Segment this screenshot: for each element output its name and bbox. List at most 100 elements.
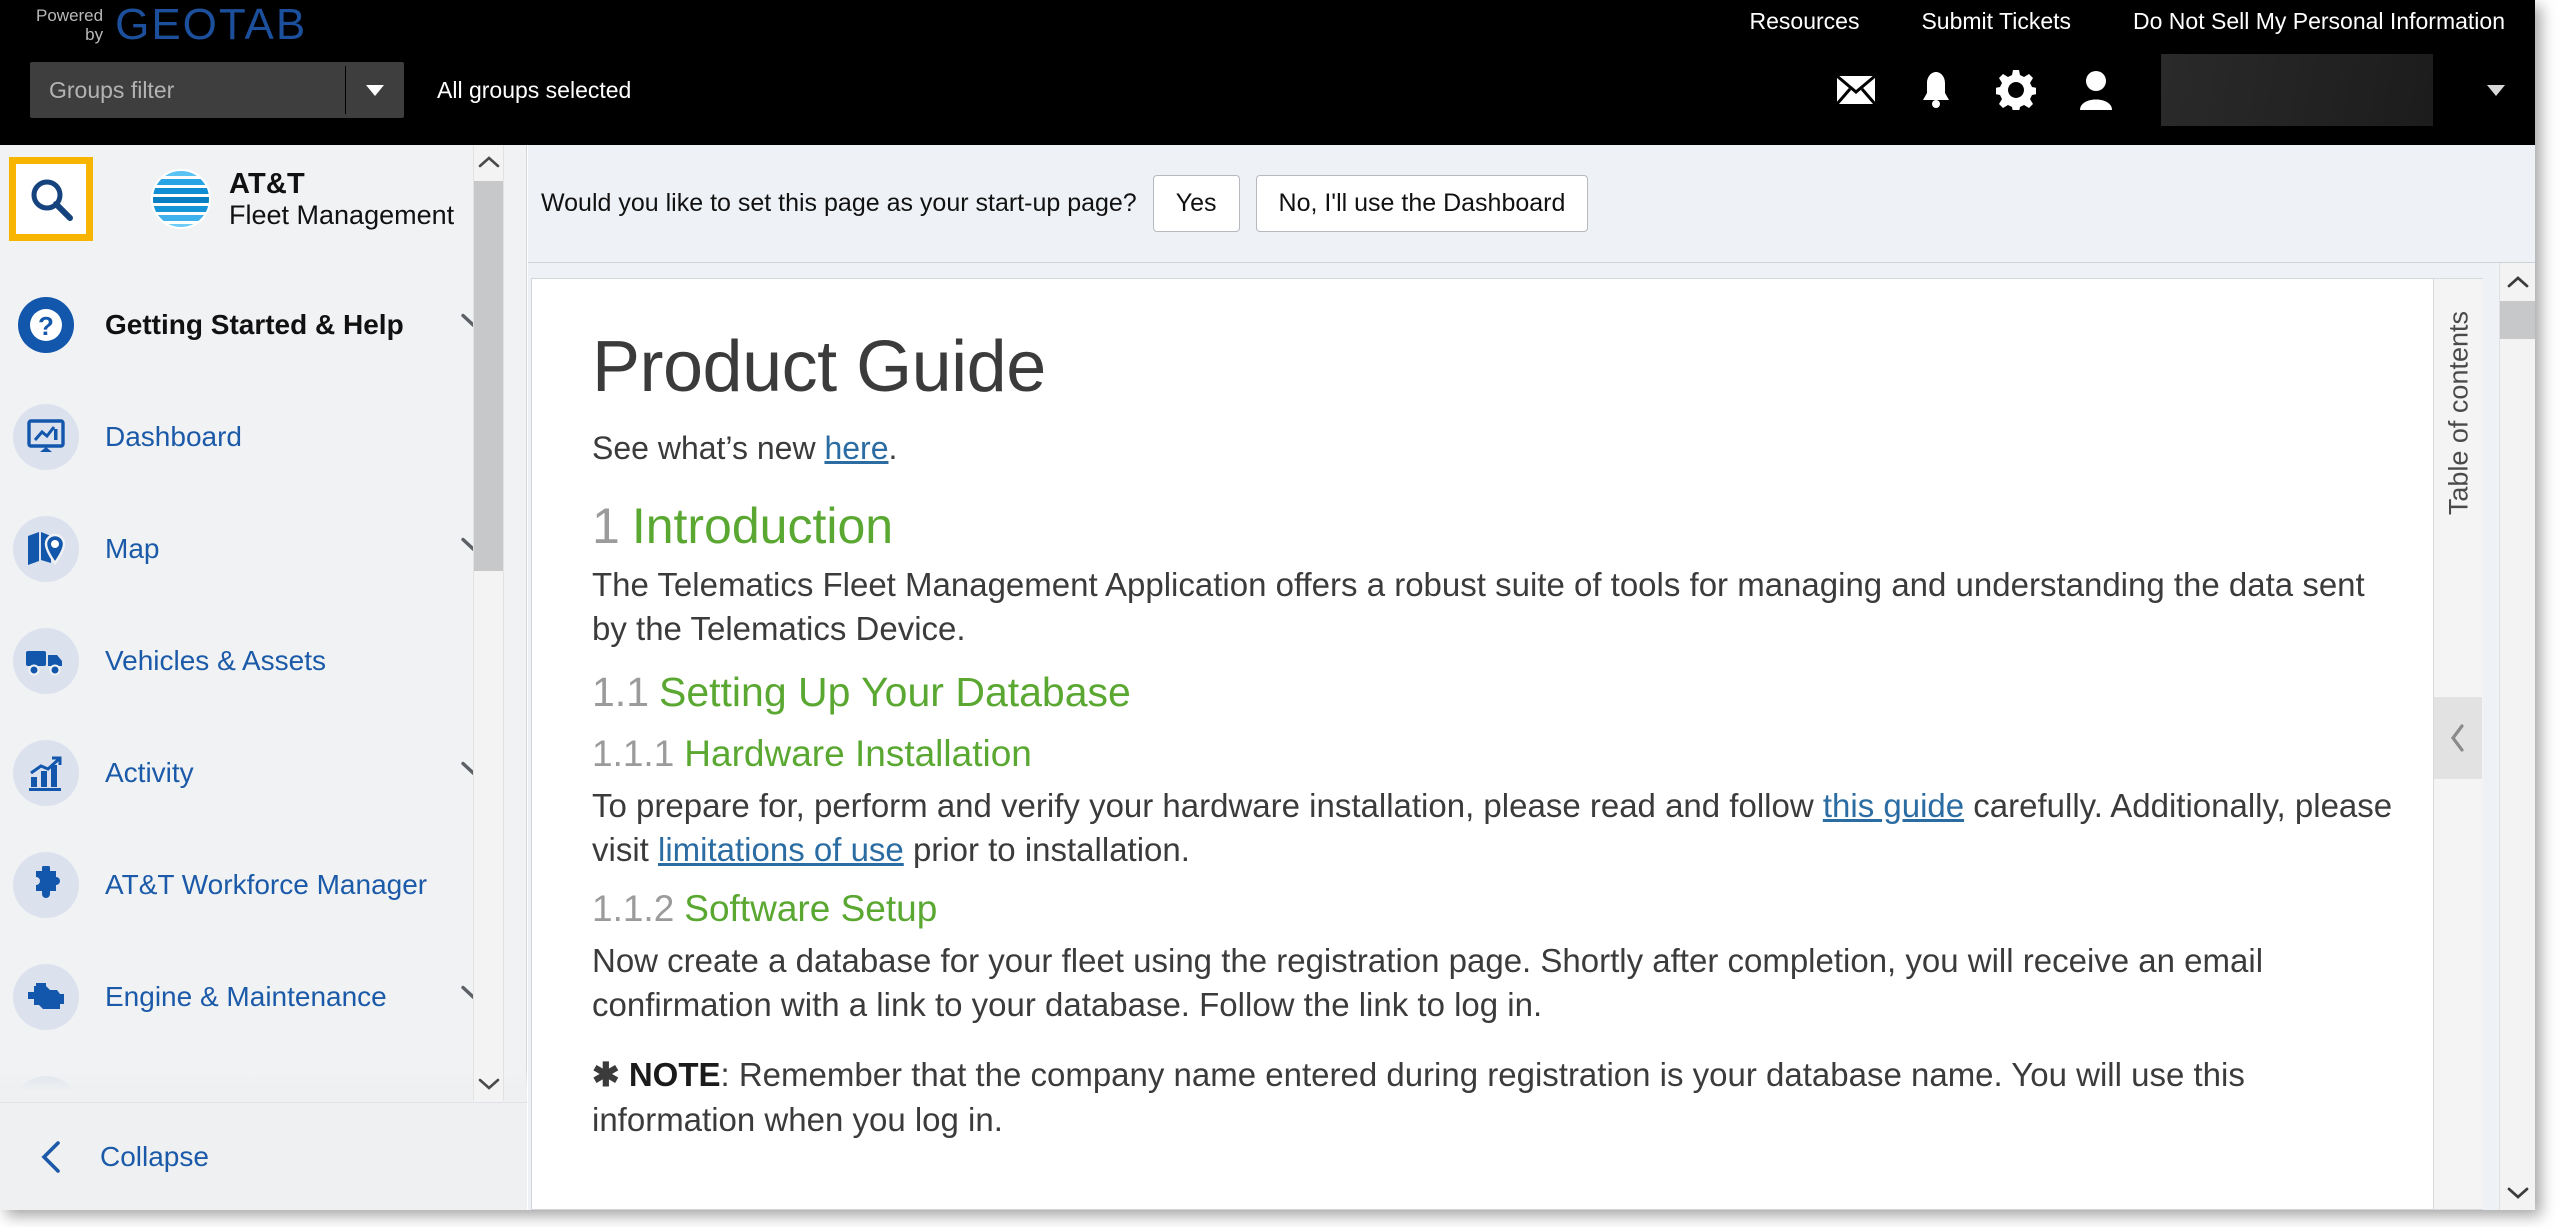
section-title: Software Setup bbox=[684, 887, 938, 929]
note-block: ✱ NOTE: Remember that the company name e… bbox=[592, 1053, 2393, 1141]
sidebar-nav-scroll-area: ? Getting Started & Help Dashboard Map V… bbox=[0, 253, 527, 1101]
att-logo-subtitle: Fleet Management bbox=[229, 200, 455, 231]
main-content-area: Would you like to set this page as your … bbox=[528, 145, 2535, 1210]
section-number: 1.1.2 bbox=[592, 887, 675, 929]
section-1-1-1-body: To prepare for, perform and verify your … bbox=[592, 784, 2393, 872]
document-body: Product Guide See what’s new here. 1 Intr… bbox=[532, 279, 2453, 1142]
groups-selected-status: All groups selected bbox=[437, 76, 632, 103]
page-scrollbar-thumb[interactable] bbox=[2500, 301, 2535, 339]
page-scroll-up-button[interactable] bbox=[2500, 263, 2535, 299]
user-icon[interactable] bbox=[2075, 69, 2117, 111]
section-heading-1-1-2: 1.1.2 Software Setup bbox=[592, 888, 2393, 931]
user-menu-chevron-down-icon[interactable] bbox=[2487, 84, 2505, 96]
startup-yes-button[interactable]: Yes bbox=[1152, 175, 1240, 232]
section-title: Introduction bbox=[631, 497, 894, 554]
section-number: 1 bbox=[592, 497, 620, 554]
left-sidebar: AT&T Fleet Management ? Getting Started … bbox=[0, 145, 527, 1210]
section-1-body: The Telematics Fleet Management Applicat… bbox=[592, 565, 2365, 647]
whats-new-prefix: See what’s new bbox=[592, 429, 825, 466]
note-text: : Remember that the company name entered… bbox=[592, 1056, 2245, 1138]
dashboard-monitor-icon bbox=[13, 404, 79, 470]
att-globe-icon bbox=[151, 168, 211, 229]
sidebar-item-label: Engine & Maintenance bbox=[105, 981, 387, 1012]
att-logo-text: AT&T Fleet Management bbox=[229, 168, 454, 231]
sidebar-item-activity[interactable]: Activity bbox=[0, 717, 527, 829]
section-title: Setting Up Your Database bbox=[659, 669, 1131, 716]
page-scrollbar[interactable] bbox=[2499, 263, 2535, 1210]
startup-page-prompt: Would you like to set this page as your … bbox=[528, 145, 2535, 263]
sidebar-scroll-down-button[interactable] bbox=[474, 1067, 503, 1101]
chevron-down-icon bbox=[366, 84, 384, 96]
asterisk-icon: ✱ bbox=[592, 1056, 620, 1094]
groups-filter-dropdown-button[interactable] bbox=[346, 62, 404, 118]
hw-body-prefix: To prepare for, perform and verify your … bbox=[592, 786, 1823, 824]
powered-line-1: Powered bbox=[36, 6, 104, 25]
map-pin-icon bbox=[13, 516, 79, 582]
page-title: Product Guide bbox=[592, 327, 1046, 407]
table-of-contents-label: Table of contents bbox=[2443, 311, 2473, 516]
svg-text:?: ? bbox=[38, 311, 54, 341]
sidebar-item-vehicles-assets[interactable]: Vehicles & Assets bbox=[0, 605, 527, 717]
bar-chart-icon bbox=[13, 740, 79, 806]
startup-prompt-text: Would you like to set this page as your … bbox=[541, 189, 1137, 217]
sidebar-item-label: Vehicles & Assets bbox=[105, 645, 327, 676]
limitations-of-use-link[interactable]: limitations of use bbox=[658, 831, 904, 868]
search-icon[interactable] bbox=[9, 157, 93, 241]
user-name-display[interactable] bbox=[2161, 54, 2433, 126]
whats-new-suffix: . bbox=[888, 429, 898, 466]
note-label: NOTE bbox=[628, 1056, 721, 1094]
sidebar-scroll-up-button[interactable] bbox=[474, 145, 503, 179]
sidebar-collapse-button[interactable]: Collapse bbox=[0, 1102, 527, 1210]
section-number: 1.1 bbox=[592, 669, 649, 716]
nav-link-submit-tickets[interactable]: Submit Tickets bbox=[1921, 8, 2071, 35]
chevron-left-icon bbox=[38, 1140, 64, 1174]
this-guide-link[interactable]: this guide bbox=[1823, 787, 1964, 824]
truck-icon bbox=[13, 628, 79, 694]
sidebar-item-engine-maintenance[interactable]: Engine & Maintenance bbox=[0, 941, 527, 1053]
startup-no-button[interactable]: No, I'll use the Dashboard bbox=[1255, 175, 1589, 232]
sidebar-item-map[interactable]: Map bbox=[0, 493, 527, 605]
sidebar-collapse-label: Collapse bbox=[100, 1140, 209, 1172]
product-guide-document: Product Guide See what’s new here. 1 Intr… bbox=[531, 278, 2454, 1210]
section-heading-1-1-1: 1.1.1 Hardware Installation bbox=[592, 733, 2393, 776]
groups-filter-input[interactable]: Groups filter bbox=[30, 62, 345, 118]
section-1-1-2-body: Now create a database for your fleet usi… bbox=[592, 941, 2264, 1024]
section-heading-1: 1 Introduction bbox=[592, 497, 2393, 555]
page-scroll-down-button[interactable] bbox=[2500, 1174, 2535, 1210]
help-circle-icon: ? bbox=[13, 292, 79, 358]
document-viewport: Product Guide See what’s new here. 1 Intr… bbox=[531, 264, 2535, 1210]
table-of-contents-expand-button[interactable] bbox=[2434, 697, 2482, 779]
whats-new-link[interactable]: here bbox=[824, 430, 888, 466]
puzzle-piece-icon bbox=[13, 852, 79, 918]
top-bar-icons bbox=[1835, 54, 2505, 126]
mail-icon[interactable] bbox=[1835, 69, 1877, 111]
chevron-left-icon bbox=[2451, 724, 2464, 752]
sidebar-fade-overlay bbox=[0, 1067, 527, 1101]
sidebar-scrollbar-thumb[interactable] bbox=[474, 181, 503, 571]
sidebar-nav-list: ? Getting Started & Help Dashboard Map V… bbox=[0, 253, 527, 1101]
section-number: 1.1.1 bbox=[592, 732, 675, 774]
sidebar-item-att-workforce-manager[interactable]: AT&T Workforce Manager bbox=[0, 829, 527, 941]
powered-by-label: Powered by bbox=[36, 2, 103, 44]
application-window: Powered by GEOTAB Resources Submit Ticke… bbox=[0, 0, 2535, 1210]
sidebar-item-label: Map bbox=[105, 533, 160, 564]
section-title: Hardware Installation bbox=[684, 732, 1032, 774]
geotab-wordmark: GEOTAB bbox=[115, 0, 308, 49]
bell-icon[interactable] bbox=[1915, 69, 1957, 111]
sidebar-item-getting-started-help[interactable]: ? Getting Started & Help bbox=[0, 269, 527, 381]
top-bar: Powered by GEOTAB Resources Submit Ticke… bbox=[0, 0, 2535, 145]
sidebar-scrollbar[interactable] bbox=[473, 145, 504, 1101]
groups-filter-control[interactable]: Groups filter bbox=[30, 62, 404, 118]
groups-filter-area: Groups filter All groups selected bbox=[30, 62, 631, 118]
gear-icon[interactable] bbox=[1995, 69, 2037, 111]
sidebar-header: AT&T Fleet Management bbox=[0, 145, 526, 253]
sidebar-item-dashboard[interactable]: Dashboard bbox=[0, 381, 527, 493]
sidebar-item-label: Activity bbox=[105, 757, 194, 788]
nav-link-resources[interactable]: Resources bbox=[1750, 8, 1860, 35]
section-heading-1-1: 1.1 Setting Up Your Database bbox=[592, 669, 2393, 717]
table-of-contents-rail[interactable]: Table of contents bbox=[2433, 278, 2483, 1210]
nav-link-do-not-sell[interactable]: Do Not Sell My Personal Information bbox=[2133, 8, 2505, 35]
top-nav-links: Resources Submit Tickets Do Not Sell My … bbox=[1750, 8, 2505, 35]
sidebar-item-label: AT&T Workforce Manager bbox=[105, 869, 428, 900]
sidebar-item-label: Getting Started & Help bbox=[105, 309, 404, 340]
